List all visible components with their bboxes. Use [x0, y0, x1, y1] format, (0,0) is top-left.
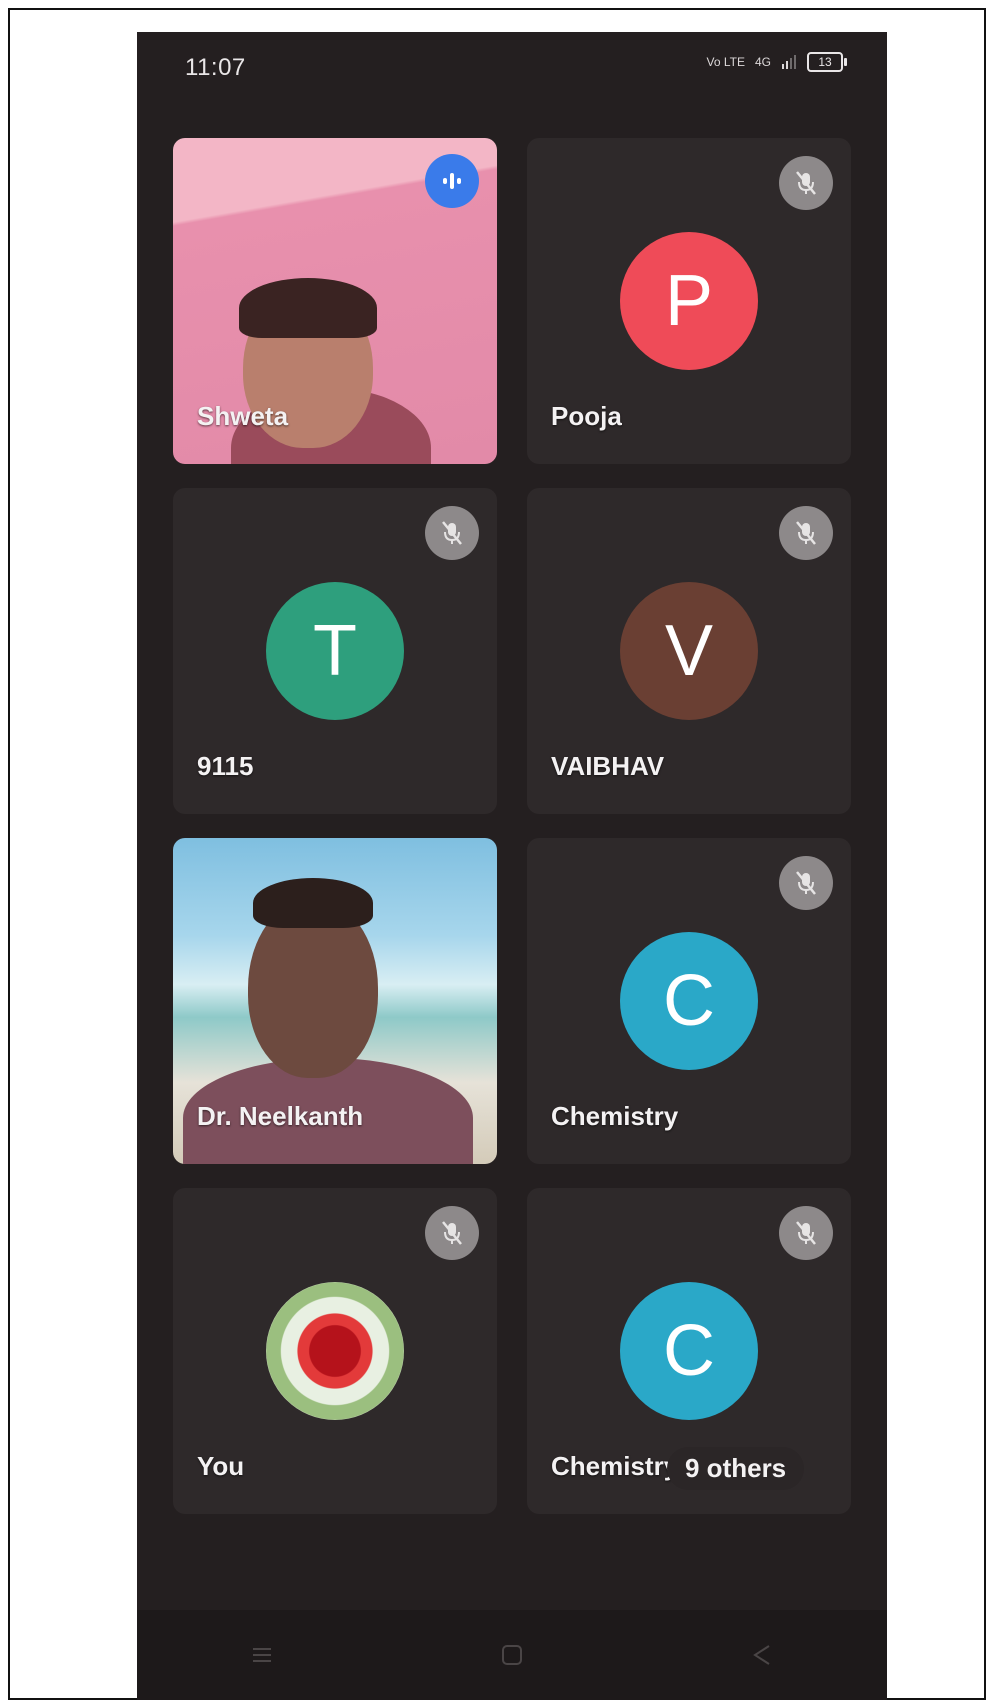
avatar: C — [620, 1282, 758, 1420]
participant-name: 9115 — [197, 751, 254, 781]
avatar: T — [266, 582, 404, 720]
volte-indicator: Vo LTE — [706, 55, 745, 69]
participant-tile-chemistry[interactable]: C Chemistry — [527, 838, 851, 1164]
phone-screen: 11:07 Vo LTE 4G 13 Shweta P Pooja T 9115… — [137, 32, 887, 1700]
mic-off-icon — [442, 1221, 462, 1245]
participant-name: Dr. Neelkanth — [197, 1101, 364, 1131]
participant-tile-chemistry-2[interactable]: C Chemistry 9 others — [527, 1188, 851, 1514]
recent-apps-button[interactable] — [232, 1635, 292, 1675]
status-bar: 11:07 Vo LTE 4G 13 — [137, 32, 887, 104]
participant-name: You — [197, 1451, 245, 1481]
avatar-initial: C — [663, 1311, 715, 1391]
muted-indicator — [779, 1206, 833, 1260]
muted-indicator — [425, 1206, 479, 1260]
participant-tile-you[interactable]: You — [173, 1188, 497, 1514]
back-button[interactable] — [732, 1635, 792, 1675]
participant-tile-dr-neelkanth[interactable]: Dr. Neelkanth — [173, 838, 497, 1164]
battery-icon: 13 — [807, 52, 847, 72]
home-icon — [502, 1645, 522, 1665]
status-time: 11:07 — [185, 54, 246, 81]
system-nav-bar — [137, 1610, 887, 1700]
back-icon — [753, 1645, 770, 1665]
rose-profile-picture — [266, 1282, 404, 1420]
muted-indicator — [779, 156, 833, 210]
muted-indicator — [779, 856, 833, 910]
participant-name: Shweta — [197, 401, 289, 431]
others-count-button[interactable]: 9 others — [667, 1447, 805, 1490]
mic-off-icon — [796, 1221, 816, 1245]
muted-indicator — [779, 506, 833, 560]
participant-tile-shweta[interactable]: Shweta — [173, 138, 497, 464]
home-button[interactable] — [482, 1635, 542, 1675]
battery-level: 13 — [818, 55, 832, 69]
participant-video-hair — [239, 278, 377, 338]
participant-tile-vaibhav[interactable]: V VAIBHAV — [527, 488, 851, 814]
participant-name: Chemistry — [551, 1101, 679, 1131]
avatar: P — [620, 232, 758, 370]
recent-apps-icon — [253, 1648, 271, 1662]
audio-level-icon — [443, 173, 461, 189]
participant-name: VAIBHAV — [551, 751, 665, 781]
participant-name: Pooja — [551, 401, 622, 431]
avatar: C — [620, 932, 758, 1070]
avatar-initial: T — [313, 611, 357, 691]
signal-icon — [782, 55, 796, 69]
avatar-initial: V — [664, 611, 714, 691]
mic-off-icon — [796, 871, 816, 895]
avatar-initial: P — [664, 261, 714, 341]
mic-off-icon — [796, 171, 816, 195]
participant-grid: Shweta P Pooja T 9115 V VAIBHAV Dr. Neel… — [173, 138, 851, 1514]
network-indicator: 4G — [754, 55, 771, 69]
participant-video-hair — [253, 878, 373, 928]
participant-name: Chemistry — [551, 1451, 679, 1481]
mic-off-icon — [442, 521, 462, 545]
avatar: V — [620, 582, 758, 720]
avatar-initial: C — [663, 961, 715, 1041]
participant-tile-9115[interactable]: T 9115 — [173, 488, 497, 814]
muted-indicator — [425, 506, 479, 560]
speaking-indicator — [425, 154, 479, 208]
status-icons: Vo LTE 4G 13 — [706, 52, 847, 72]
mic-off-icon — [796, 521, 816, 545]
participant-tile-pooja[interactable]: P Pooja — [527, 138, 851, 464]
